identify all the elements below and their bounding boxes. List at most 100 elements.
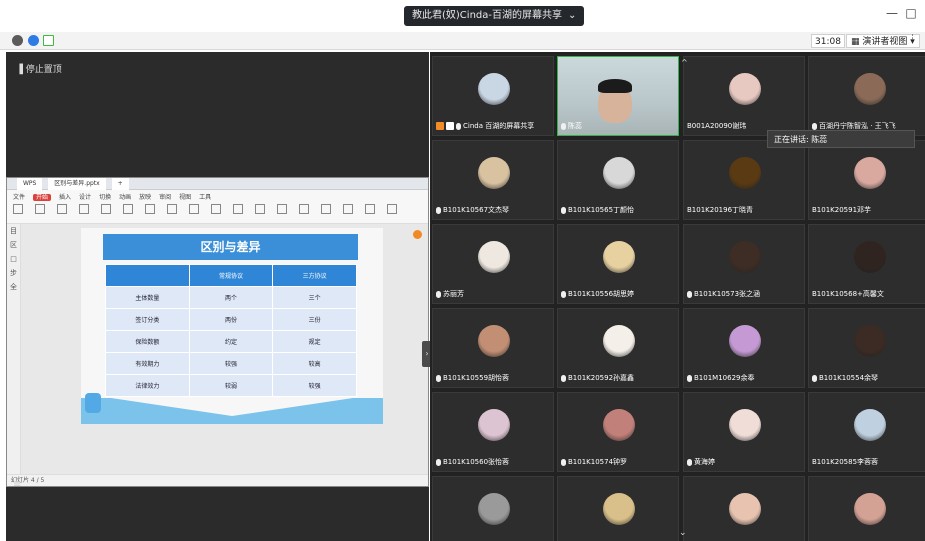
shield-icon[interactable] (28, 35, 39, 46)
tab-add[interactable]: + (111, 178, 129, 190)
chevron-down-icon[interactable]: ⌄ (679, 528, 687, 538)
ribbon-tool-icon[interactable] (101, 204, 111, 214)
participant-tile[interactable]: B101M10629余奉 (683, 308, 805, 388)
participant-tile[interactable]: B101K10574钟罗 (557, 392, 679, 472)
table-cell: 签订分类 (105, 308, 190, 331)
avatar (478, 73, 510, 105)
more-icon[interactable]: ⋮ (908, 34, 917, 44)
participant-tile[interactable]: B101K10565丁颜怡 (557, 140, 679, 220)
ribbon-tool-icon[interactable] (387, 204, 397, 214)
participant-tile[interactable]: B101K10568+高馨文 (808, 224, 925, 304)
participant-tile[interactable]: Cinda 百湖的屏幕共享 (432, 56, 554, 136)
participant-name: B001A20090谢玮 (687, 122, 747, 130)
share-title-pill[interactable]: 教此君(奴)Cinda-百湖的屏幕共享 ⌄ (404, 6, 585, 26)
participant-tile[interactable] (683, 476, 805, 541)
ribbon-tool-icon[interactable] (277, 204, 287, 214)
mascot-icon (85, 393, 101, 413)
participant-tile[interactable]: B101K10559胡怡蓉 (432, 308, 554, 388)
ribbon-menu-item[interactable]: 文件 (13, 194, 25, 201)
mic-icon (436, 290, 441, 298)
participant-tile[interactable] (432, 476, 554, 541)
table-cell: 两个 (188, 286, 274, 309)
stop-pin-button[interactable]: ▐ 停止置顶 (16, 62, 62, 75)
ribbon-menu-item[interactable]: 设计 (79, 194, 91, 201)
participant-name: B101K20196丁晓青 (687, 206, 754, 214)
participant-tile[interactable]: B101K20592孙嘉鑫 (557, 308, 679, 388)
participant-tile[interactable]: B101K20196丁晓青 (683, 140, 805, 220)
mic-icon (561, 458, 566, 466)
participant-tile[interactable]: B101K10556胡思婷 (557, 224, 679, 304)
outline-item[interactable]: 全 (7, 280, 20, 294)
share-menu-icon[interactable]: ⌄ (568, 6, 576, 26)
tab-wps[interactable]: WPS (17, 178, 43, 190)
participant-tile[interactable] (557, 476, 679, 541)
maximize-button[interactable]: □ (903, 6, 919, 20)
ribbon-menu-item[interactable]: 工具 (199, 194, 211, 201)
meeting-timer: 31:08 (811, 34, 845, 48)
ribbon-tool-icon[interactable] (255, 204, 265, 214)
ribbon-tool-icon[interactable] (35, 204, 45, 214)
ribbon-tool-icon[interactable] (167, 204, 177, 214)
ribbon-menu-item[interactable]: 开始 (33, 194, 52, 201)
table-header: 常规协议 (188, 264, 274, 287)
outline-item[interactable]: 步 (7, 266, 20, 280)
participant-tile[interactable]: 百湖丹宁陈智泓 · 王飞飞 (808, 56, 925, 136)
outline-item[interactable]: □ (7, 252, 20, 266)
avatar (729, 241, 761, 273)
mic-icon (687, 290, 692, 298)
ribbon-menu-item[interactable]: 审阅 (159, 194, 171, 201)
participant-tile[interactable]: B101K10554余琴 (808, 308, 925, 388)
participant-tile[interactable]: B101K10560张怡蓉 (432, 392, 554, 472)
avatar (478, 493, 510, 525)
participant-tile[interactable]: B001A20090谢玮 (683, 56, 805, 136)
notification-dot (413, 230, 422, 239)
ribbon-menu-item[interactable]: 切换 (99, 194, 111, 201)
participant-tile[interactable]: B101K20585李蓉蓉 (808, 392, 925, 472)
participant-tile[interactable]: 苏丽芳 (432, 224, 554, 304)
ribbon-menu-item[interactable]: 放映 (139, 194, 151, 201)
participant-name-bar: 陈蕊 (561, 120, 675, 132)
ribbon-tool-icon[interactable] (321, 204, 331, 214)
avatar (729, 73, 761, 105)
ribbon-tool-icon[interactable] (211, 204, 221, 214)
outline-item[interactable]: 区 (7, 238, 20, 252)
participant-tile[interactable]: 陈蕊 (557, 56, 679, 136)
outline-item[interactable]: 目 (7, 224, 20, 238)
status-bar: 幻灯片 4 / 5 (7, 474, 428, 486)
ribbon-tool-icon[interactable] (79, 204, 89, 214)
ribbon-tool-icon[interactable] (233, 204, 243, 214)
signal-icon[interactable] (43, 35, 54, 46)
participant-name: B101K20591邓芋 (812, 206, 872, 214)
table-row: 保险数额 约定 规定 (105, 330, 357, 353)
participant-tile[interactable]: 黄海婷 (683, 392, 805, 472)
avatar (478, 241, 510, 273)
participant-tile[interactable] (808, 476, 925, 541)
tab-document[interactable]: 区别与差异.pptx (48, 178, 106, 190)
chevron-up-icon[interactable]: ^ (681, 58, 688, 67)
ribbon-tool-icon[interactable] (189, 204, 199, 214)
ribbon-tool-icon[interactable] (365, 204, 375, 214)
participant-tile[interactable]: B101K20591邓芋 (808, 140, 925, 220)
ribbon-tool-icon[interactable] (343, 204, 353, 214)
participant-tile[interactable]: B101K10567文杰琴 (432, 140, 554, 220)
share-title: 教此君(奴)Cinda-百湖的屏幕共享 (412, 10, 562, 21)
table-cell: 两份 (188, 308, 274, 331)
participant-name-bar: B101K10573张之涵 (687, 288, 801, 300)
ribbon-menu-item[interactable]: 插入 (59, 194, 71, 201)
participant-name: B101K10560张怡蓉 (443, 458, 510, 466)
table-cell: 较强 (188, 352, 274, 375)
participant-tile[interactable]: B101K10573张之涵 (683, 224, 805, 304)
ribbon-tool-icon[interactable] (57, 204, 67, 214)
list-icon[interactable]: ≡ (13, 479, 21, 490)
ribbon-tool-icon[interactable] (123, 204, 133, 214)
info-icon[interactable] (12, 35, 23, 46)
avatar (603, 157, 635, 189)
ribbon-menu-item[interactable]: 动画 (119, 194, 131, 201)
participant-name-bar: B101K10559胡怡蓉 (436, 372, 550, 384)
minimize-button[interactable]: — (884, 6, 900, 20)
ribbon-menu-item[interactable]: 视图 (179, 194, 191, 201)
ribbon-tool-icon[interactable] (13, 204, 23, 214)
ribbon-tool-icon[interactable] (145, 204, 155, 214)
ribbon-tool-icon[interactable] (299, 204, 309, 214)
table-cell: 三个 (272, 286, 357, 309)
